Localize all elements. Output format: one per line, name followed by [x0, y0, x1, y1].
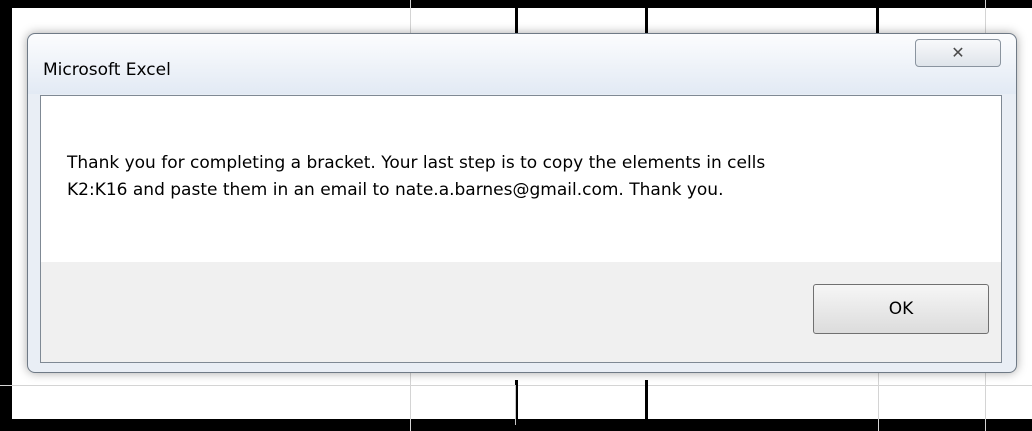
button-area: OK — [41, 262, 1001, 362]
dialog-title: Microsoft Excel — [43, 60, 171, 80]
dialog-client-area: Thank you for completing a bracket. Your… — [40, 95, 1002, 363]
close-button[interactable]: ✕ — [915, 39, 1001, 67]
gridline-vertical — [515, 385, 516, 425]
message-text: Thank you for completing a bracket. Your… — [67, 150, 967, 204]
message-line: Thank you for completing a bracket. Your… — [67, 153, 766, 173]
message-line: K2:K16 and paste them in an email to nat… — [67, 180, 724, 200]
message-area: Thank you for completing a bracket. Your… — [41, 96, 1001, 262]
sheet-header-cell: Round 3 — [522, 0, 583, 11]
sheet-border-left — [0, 0, 12, 431]
sheet-header-cell: Rd 3 Select — [652, 0, 735, 11]
dialog-titlebar[interactable]: Microsoft Excel ✕ — [28, 34, 1016, 94]
ok-button[interactable]: OK — [813, 284, 989, 334]
close-icon: ✕ — [951, 43, 965, 62]
bracket-line — [645, 380, 648, 425]
message-box-dialog: Microsoft Excel ✕ Thank you for completi… — [27, 33, 1017, 373]
